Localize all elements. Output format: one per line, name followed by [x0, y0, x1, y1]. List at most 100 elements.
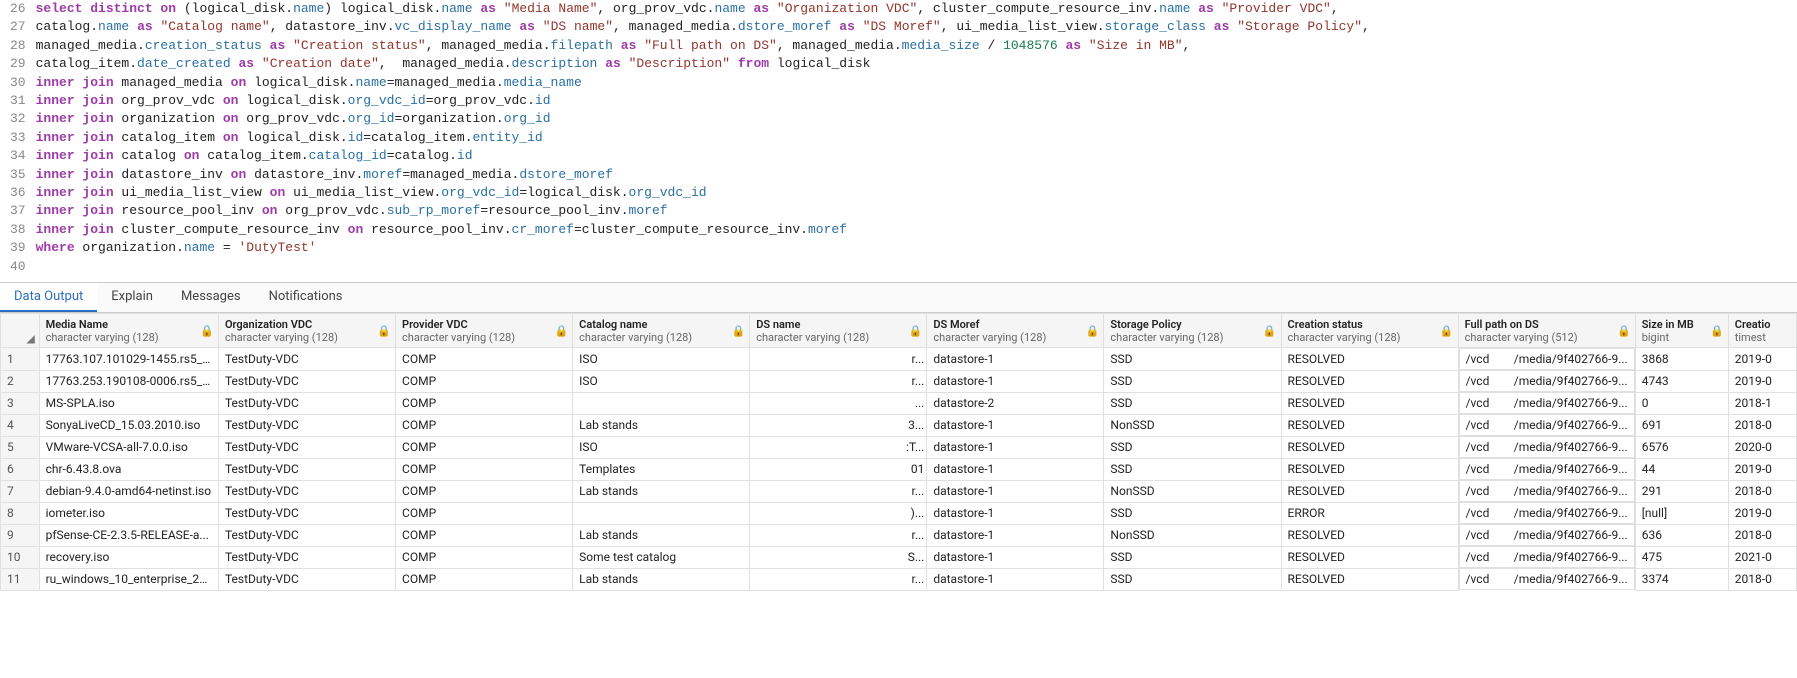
cell[interactable]: r... — [750, 370, 927, 392]
cell[interactable]: TestDuty-VDC — [218, 546, 395, 568]
cell[interactable]: datastore-1 — [927, 502, 1104, 524]
row-number[interactable]: 7 — [1, 480, 40, 502]
cell[interactable]: datastore-1 — [927, 524, 1104, 546]
result-grid[interactable]: ◢Media Namecharacter varying (128)🔒Organ… — [0, 313, 1797, 591]
column-header[interactable]: Creatiotimest — [1728, 314, 1796, 348]
tab-notifications[interactable]: Notifications — [255, 283, 357, 312]
cell[interactable]: 2019-0 — [1728, 348, 1796, 371]
row-number[interactable]: 4 — [1, 414, 40, 436]
cell[interactable]: Lab stands — [573, 568, 750, 590]
cell[interactable]: 636 — [1635, 524, 1728, 546]
cell[interactable]: /vcd/media/9f402766-9... — [1459, 524, 1635, 546]
column-header[interactable]: Catalog namecharacter varying (128)🔒 — [573, 314, 750, 348]
cell[interactable]: 2019-0 — [1728, 370, 1796, 392]
cell[interactable] — [573, 502, 750, 524]
cell[interactable]: SSD — [1104, 546, 1281, 568]
cell[interactable]: 691 — [1635, 414, 1728, 436]
cell[interactable]: TestDuty-VDC — [218, 524, 395, 546]
cell[interactable]: COMP — [396, 414, 573, 436]
cell[interactable]: SSD — [1104, 392, 1281, 414]
column-header[interactable]: Creation statuscharacter varying (128)🔒 — [1281, 314, 1458, 348]
row-number[interactable]: 8 — [1, 502, 40, 524]
table-row[interactable]: 6chr-6.43.8.ovaTestDuty-VDCCOMPTemplates… — [1, 458, 1797, 480]
cell[interactable]: ... — [750, 392, 927, 414]
column-header[interactable]: DS namecharacter varying (128)🔒 — [750, 314, 927, 348]
cell[interactable]: ERROR — [1281, 502, 1458, 524]
code-line[interactable]: inner join catalog_item on logical_disk.… — [36, 129, 1370, 147]
cell[interactable]: /vcd/media/9f402766-9... — [1459, 480, 1635, 502]
cell[interactable]: Lab stands — [573, 524, 750, 546]
cell[interactable]: RESOLVED — [1281, 436, 1458, 458]
cell[interactable] — [573, 392, 750, 414]
cell[interactable]: COMP — [396, 370, 573, 392]
table-row[interactable]: 7debian-9.4.0-amd64-netinst.isoTestDuty-… — [1, 480, 1797, 502]
cell[interactable]: COMP — [396, 502, 573, 524]
row-number[interactable]: 11 — [1, 568, 40, 590]
tab-data-output[interactable]: Data Output — [0, 283, 97, 312]
cell[interactable]: r... — [750, 568, 927, 590]
cell[interactable]: SSD — [1104, 348, 1281, 371]
table-row[interactable]: 117763.107.101029-1455.rs5_r...TestDuty-… — [1, 348, 1797, 371]
cell[interactable]: datastore-1 — [927, 568, 1104, 590]
cell[interactable]: TestDuty-VDC — [218, 436, 395, 458]
cell[interactable]: COMP — [396, 480, 573, 502]
cell[interactable]: TestDuty-VDC — [218, 458, 395, 480]
cell[interactable]: datastore-1 — [927, 546, 1104, 568]
cell[interactable]: /vcd/media/9f402766-9... — [1459, 370, 1635, 392]
code-line[interactable]: inner join managed_media on logical_disk… — [36, 74, 1370, 92]
code-line[interactable]: inner join resource_pool_inv on org_prov… — [36, 202, 1370, 220]
cell[interactable]: Lab stands — [573, 480, 750, 502]
cell[interactable]: 4743 — [1635, 370, 1728, 392]
cell[interactable]: 475 — [1635, 546, 1728, 568]
cell[interactable]: TestDuty-VDC — [218, 502, 395, 524]
cell[interactable]: )... — [750, 502, 927, 524]
row-number[interactable]: 10 — [1, 546, 40, 568]
cell[interactable]: /vcd/media/9f402766-9... — [1459, 502, 1635, 524]
cell[interactable]: /vcd/media/9f402766-9... — [1459, 392, 1635, 414]
cell[interactable]: NonSSD — [1104, 524, 1281, 546]
cell[interactable]: SSD — [1104, 370, 1281, 392]
code-line[interactable]: catalog_item.date_created as "Creation d… — [36, 55, 1370, 73]
table-row[interactable]: 4SonyaLiveCD_15.03.2010.isoTestDuty-VDCC… — [1, 414, 1797, 436]
cell[interactable]: /vcd/media/9f402766-9... — [1459, 414, 1635, 436]
cell[interactable]: MS-SPLA.iso — [39, 392, 218, 414]
cell[interactable]: 3374 — [1635, 568, 1728, 590]
cell[interactable]: ru_windows_10_enterprise_20... — [39, 568, 218, 590]
cell[interactable]: COMP — [396, 458, 573, 480]
cell[interactable]: 17763.107.101029-1455.rs5_r... — [39, 348, 218, 371]
cell[interactable]: datastore-1 — [927, 370, 1104, 392]
cell[interactable]: 3868 — [1635, 348, 1728, 371]
cell[interactable]: 291 — [1635, 480, 1728, 502]
table-row[interactable]: 5VMware-VCSA-all-7.0.0.isoTestDuty-VDCCO… — [1, 436, 1797, 458]
cell[interactable]: 44 — [1635, 458, 1728, 480]
cell[interactable]: ISO — [573, 348, 750, 371]
code-line[interactable]: managed_media.creation_status as "Creati… — [36, 37, 1370, 55]
cell[interactable]: RESOLVED — [1281, 370, 1458, 392]
column-header[interactable]: Full path on DScharacter varying (512)🔒 — [1458, 314, 1635, 348]
cell[interactable]: datastore-1 — [927, 480, 1104, 502]
code-line[interactable]: inner join cluster_compute_resource_inv … — [36, 221, 1370, 239]
cell[interactable]: ISO — [573, 436, 750, 458]
table-row[interactable]: 3MS-SPLA.isoTestDuty-VDCCOMP...datastore… — [1, 392, 1797, 414]
cell[interactable]: RESOLVED — [1281, 458, 1458, 480]
cell[interactable]: RESOLVED — [1281, 568, 1458, 590]
row-number[interactable]: 2 — [1, 370, 40, 392]
code-line[interactable]: inner join organization on org_prov_vdc.… — [36, 110, 1370, 128]
cell[interactable]: Templates — [573, 458, 750, 480]
code-line[interactable]: inner join org_prov_vdc on logical_disk.… — [36, 92, 1370, 110]
row-number[interactable]: 6 — [1, 458, 40, 480]
code-line[interactable]: where organization.name = 'DutyTest' — [36, 239, 1370, 257]
cell[interactable]: TestDuty-VDC — [218, 392, 395, 414]
cell[interactable]: 3... — [750, 414, 927, 436]
row-number[interactable]: 5 — [1, 436, 40, 458]
table-row[interactable]: 11ru_windows_10_enterprise_20...TestDuty… — [1, 568, 1797, 590]
cell[interactable]: /vcd/media/9f402766-9... — [1459, 436, 1635, 458]
cell[interactable]: datastore-1 — [927, 458, 1104, 480]
cell[interactable]: 2019-0 — [1728, 458, 1796, 480]
column-header[interactable]: Media Namecharacter varying (128)🔒 — [39, 314, 218, 348]
cell[interactable]: r... — [750, 348, 927, 371]
cell[interactable]: TestDuty-VDC — [218, 480, 395, 502]
tab-messages[interactable]: Messages — [167, 283, 255, 312]
cell[interactable]: SSD — [1104, 458, 1281, 480]
column-header[interactable]: Size in MBbigint🔒 — [1635, 314, 1728, 348]
